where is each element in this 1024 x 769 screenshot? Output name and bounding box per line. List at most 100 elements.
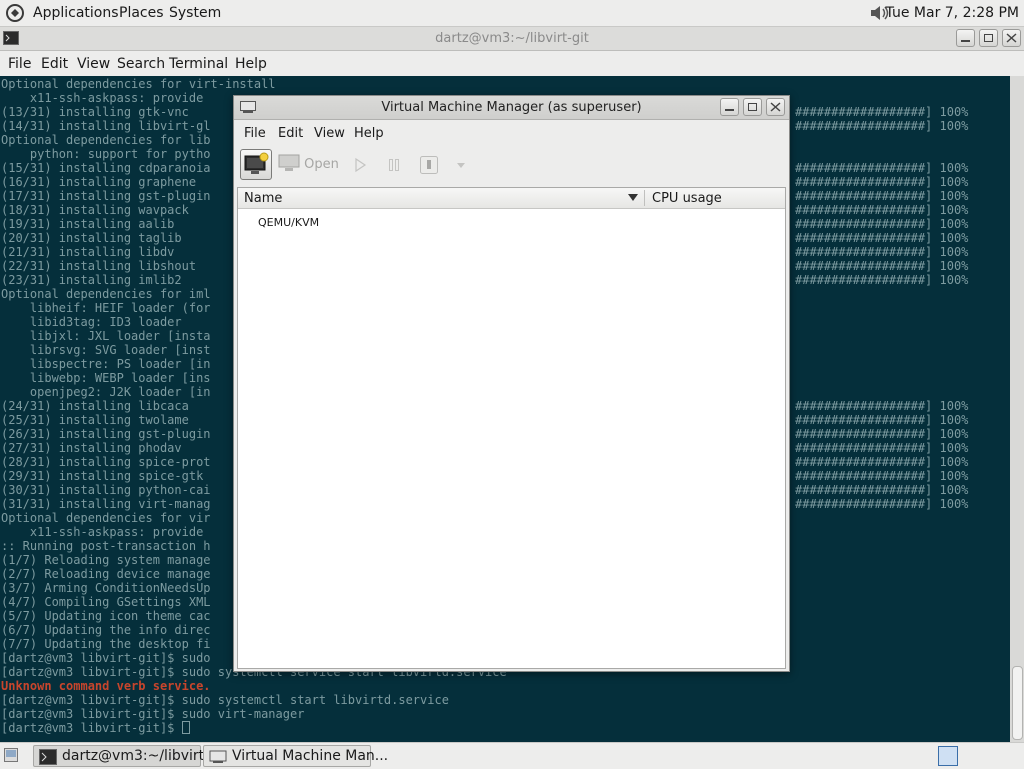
applications-menu[interactable]: Applications: [33, 5, 119, 21]
virt-manager-close-button[interactable]: [766, 98, 785, 116]
progress-bar-text: ##################] 100%: [795, 483, 969, 497]
progress-bar-text: ##################] 100%: [795, 231, 969, 245]
terminal-line: python: support for pytho: [1, 147, 211, 161]
terminal-line: (4/7) Compiling GSettings XML: [1, 595, 211, 609]
terminal-line: libheif: HEIF loader (for: [1, 301, 211, 315]
terminal-menu-help[interactable]: Help: [235, 56, 267, 72]
terminal-scrollbar-thumb[interactable]: [1012, 666, 1023, 740]
close-button[interactable]: [1002, 29, 1021, 47]
terminal-line: (17/31) installing gst-plugin: [1, 189, 211, 203]
show-desktop-icon[interactable]: [4, 748, 18, 762]
maximize-button[interactable]: [979, 29, 998, 47]
open-button-label: Open: [304, 157, 339, 172]
virt-manager-maximize-button[interactable]: [743, 98, 762, 116]
places-menu[interactable]: Places: [119, 5, 164, 21]
progress-bar-text: ##################] 100%: [795, 203, 969, 217]
progress-bar-text: ##################] 100%: [795, 119, 969, 133]
play-icon[interactable]: [352, 157, 368, 173]
terminal-line: (20/31) installing taglib: [1, 231, 182, 245]
terminal-line: (3/7) Arming ConditionNeedsUp: [1, 581, 211, 595]
terminal-menu-edit[interactable]: Edit: [41, 56, 68, 72]
progress-bar-text: ##################] 100%: [795, 189, 969, 203]
workspace-switcher[interactable]: [938, 746, 958, 766]
virt-manager-toolbar: Open: [234, 146, 789, 184]
vmm-menu-help[interactable]: Help: [354, 126, 384, 141]
terminal-icon: [39, 749, 57, 765]
terminal-cursor: [181, 721, 190, 734]
terminal-line: (16/31) installing graphene: [1, 175, 197, 189]
vmm-menu-edit[interactable]: Edit: [278, 126, 303, 141]
terminal-titlebar[interactable]: dartz@vm3:~/libvirt-git: [0, 27, 1024, 51]
progress-bar-text: ##################] 100%: [795, 497, 969, 511]
terminal-line: (27/31) installing phodav: [1, 441, 182, 455]
terminal-line: (29/31) installing spice-gtk: [1, 469, 204, 483]
progress-bar-text: ##################] 100%: [795, 427, 969, 441]
terminal-menu-view[interactable]: View: [77, 56, 110, 72]
taskbar-item-terminal[interactable]: dartz@vm3:~/libvirt...: [33, 745, 218, 767]
terminal-scrollbar[interactable]: [1010, 76, 1024, 742]
terminal-line: x11-ssh-askpass: provide: [1, 525, 204, 539]
virt-manager-app-icon: [209, 750, 227, 763]
pause-icon[interactable]: [386, 157, 402, 173]
vmm-menu-view[interactable]: View: [314, 126, 345, 141]
column-header-cpu-usage[interactable]: CPU usage: [652, 191, 722, 206]
virt-manager-menubar: File Edit View Help: [234, 120, 789, 144]
close-icon: [1006, 33, 1017, 43]
terminal-line: (28/31) installing spice-prot: [1, 455, 211, 469]
monitor-icon: [278, 154, 300, 171]
terminal-line: [dartz@vm3 libvirt-git]$ sudo virt-manag…: [1, 707, 305, 721]
connection-row[interactable]: QEMU/KVM: [258, 216, 319, 229]
terminal-line: (7/7) Updating the desktop fi: [1, 637, 211, 651]
terminal-menu-file[interactable]: File: [8, 56, 31, 72]
terminal-line: (31/31) installing virt-manag: [1, 497, 211, 511]
terminal-line: (14/31) installing libvirt-gl: [1, 119, 211, 133]
terminal-line: (15/31) installing cdparanoia: [1, 161, 211, 175]
terminal-line: (13/31) installing gtk-vnc: [1, 105, 189, 119]
terminal-menubar: File Edit View Search Terminal Help: [0, 51, 1024, 76]
open-button[interactable]: Open: [278, 154, 339, 176]
terminal-line: openjpeg2: J2K loader [in: [1, 385, 211, 399]
maximize-icon: [984, 34, 993, 42]
taskbar-item-label: dartz@vm3:~/libvirt...: [62, 748, 218, 764]
system-menu[interactable]: System: [169, 5, 221, 21]
column-separator[interactable]: [644, 190, 645, 206]
shutdown-dropdown-icon[interactable]: [456, 161, 466, 169]
taskbar-item-virt-manager[interactable]: Virtual Machine Man...: [203, 745, 388, 767]
progress-bar-text: ##################] 100%: [795, 399, 969, 413]
terminal-line: [dartz@vm3 libvirt-git]$ sudo systemctl …: [1, 693, 449, 707]
terminal-line: libjxl: JXL loader [insta: [1, 329, 211, 343]
progress-bar-text: ##################] 100%: [795, 441, 969, 455]
terminal-line: Optional dependencies for iml: [1, 287, 211, 301]
terminal-line: Optional dependencies for lib: [1, 133, 211, 147]
terminal-line: (25/31) installing twolame: [1, 413, 189, 427]
progress-bar-text: ##################] 100%: [795, 161, 969, 175]
shutdown-icon[interactable]: [419, 155, 439, 175]
minimize-icon: [961, 40, 970, 42]
clock[interactable]: Tue Mar 7, 2:28 PM: [886, 5, 1019, 21]
column-header-name[interactable]: Name: [244, 191, 282, 206]
terminal-line: libid3tag: ID3 loader: [1, 315, 182, 329]
distro-logo-icon[interactable]: [5, 3, 25, 23]
sort-down-icon[interactable]: [628, 194, 638, 202]
vm-list[interactable]: Name CPU usage QEMU/KVM: [237, 187, 786, 669]
terminal-line: (18/31) installing wavpack: [1, 203, 189, 217]
terminal-menu-search[interactable]: Search: [117, 56, 165, 72]
new-vm-button[interactable]: [240, 149, 272, 180]
progress-bar-text: ##################] 100%: [795, 455, 969, 469]
taskbar-item-label: Virtual Machine Man...: [232, 748, 389, 764]
taskbar: dartz@vm3:~/libvirt... Virtual Machine M…: [0, 742, 1024, 769]
virt-manager-minimize-button[interactable]: [720, 98, 739, 116]
progress-bar-text: ##################] 100%: [795, 469, 969, 483]
terminal-line: Optional dependencies for vir: [1, 511, 211, 525]
progress-bar-text: ##################] 100%: [795, 105, 969, 119]
vmm-menu-file[interactable]: File: [244, 126, 266, 141]
terminal-line: (1/7) Reloading system manage: [1, 553, 211, 567]
terminal-line: libwebp: WEBP loader [ins: [1, 371, 211, 385]
minimize-button[interactable]: [956, 29, 975, 47]
virt-manager-titlebar[interactable]: Virtual Machine Manager (as superuser): [234, 96, 789, 120]
maximize-icon: [748, 103, 757, 111]
terminal-window-title: dartz@vm3:~/libvirt-git: [435, 31, 589, 46]
top-panel: Applications Places System Tue Mar 7, 2:…: [0, 0, 1024, 27]
terminal-menu-terminal[interactable]: Terminal: [169, 56, 228, 72]
virt-manager-title: Virtual Machine Manager (as superuser): [381, 100, 642, 115]
